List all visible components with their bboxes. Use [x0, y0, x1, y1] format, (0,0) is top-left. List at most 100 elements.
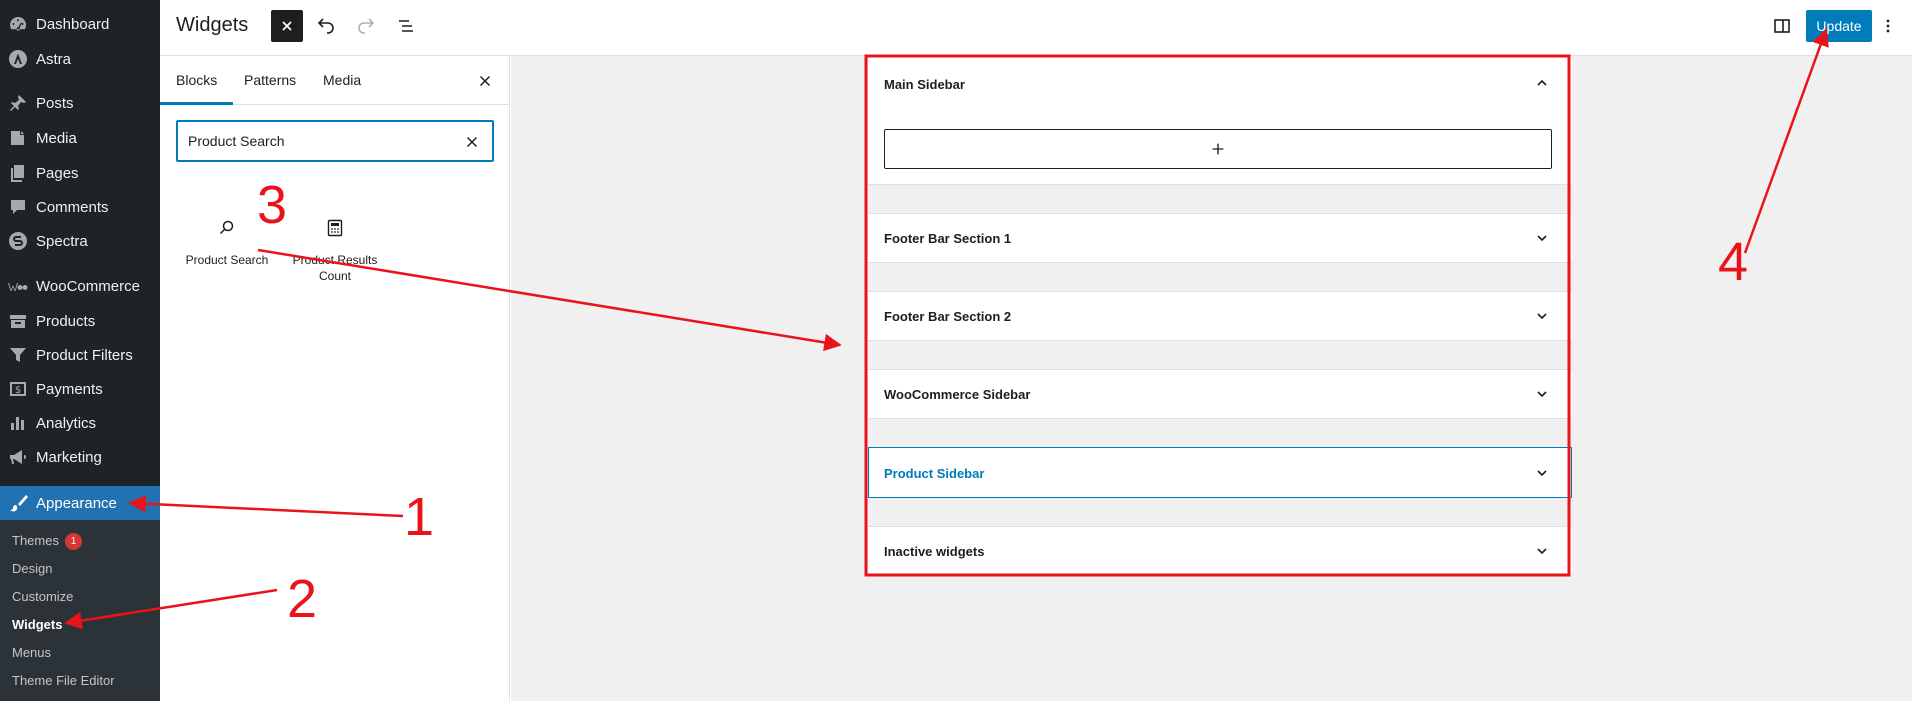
menu-label: WooCommerce: [36, 277, 140, 295]
update-count-badge: 1: [64, 533, 82, 550]
menu-label: Appearance: [36, 494, 117, 512]
widget-area-footer-bar-section-2[interactable]: Footer Bar Section 2: [868, 291, 1572, 341]
widget-area-product-sidebar[interactable]: Product Sidebar: [868, 447, 1572, 498]
menu-item-woocommerce[interactable]: WooCommerce: [0, 270, 160, 302]
submenu-item-themes[interactable]: Themes 1: [12, 533, 82, 550]
menu-item-appearance[interactable]: Appearance: [0, 486, 160, 520]
settings-sidebar-button[interactable]: [1766, 10, 1798, 42]
block-search-box: [176, 120, 494, 162]
menu-label: Posts: [36, 94, 74, 112]
menu-item-dashboard[interactable]: Dashboard: [0, 8, 160, 40]
annotation-number-1: 1: [404, 487, 435, 547]
widget-area-title: Main Sidebar: [884, 77, 965, 92]
block-item-label: Product Results Count: [292, 253, 378, 283]
widgets-editor-screen: Dashboard Astra Posts Media Pages Commen…: [0, 0, 1912, 701]
search-icon: [219, 220, 234, 235]
menu-item-product-filters[interactable]: Product Filters: [0, 339, 160, 371]
chevron-down-icon[interactable]: [1532, 384, 1552, 404]
widget-area-footer-bar-section-1[interactable]: Footer Bar Section 1: [868, 213, 1572, 263]
menu-label: Products: [36, 312, 96, 330]
undo-icon: [317, 18, 334, 34]
astra-icon: [8, 49, 28, 69]
analytics-icon: [8, 413, 28, 433]
editor-header: Widgets Update: [160, 0, 1912, 56]
redo-icon: [358, 18, 375, 34]
calculator-icon: [327, 219, 343, 237]
spectra-icon: [8, 231, 28, 251]
appearance-submenu: Themes 1 Design Customize Widgets Menus T…: [0, 520, 160, 701]
chevron-down-icon[interactable]: [1532, 541, 1552, 561]
submenu-item-theme-file-editor[interactable]: Theme File Editor: [12, 673, 115, 688]
filter-icon: [8, 345, 28, 365]
woocommerce-icon: [8, 276, 28, 296]
menu-label: Comments: [36, 198, 109, 216]
widget-area-main-sidebar[interactable]: Main Sidebar: [868, 56, 1572, 185]
menu-item-media[interactable]: Media: [0, 122, 160, 154]
block-search-input[interactable]: [188, 131, 448, 151]
comments-icon: [8, 197, 28, 217]
menu-item-comments[interactable]: Comments: [0, 191, 160, 223]
widget-area-inactive-widgets[interactable]: Inactive widgets: [868, 526, 1572, 576]
block-item-product-results-count[interactable]: Product Results Count: [280, 206, 390, 296]
close-inserter-button[interactable]: [474, 70, 496, 92]
megaphone-icon: [8, 447, 28, 467]
menu-label: Marketing: [36, 448, 102, 466]
tab-blocks[interactable]: Blocks: [160, 56, 234, 105]
widget-area-woocommerce-sidebar[interactable]: WooCommerce Sidebar: [868, 369, 1572, 419]
chevron-up-icon[interactable]: [1532, 73, 1552, 93]
menu-label: Product Filters: [36, 346, 133, 364]
submenu-item-design[interactable]: Design: [12, 561, 52, 576]
menu-item-products[interactable]: Products: [0, 305, 160, 337]
editor-canvas: Main Sidebar Footer Bar Section 1 Footer…: [511, 56, 1912, 701]
block-item-label: Product Search: [185, 253, 269, 267]
chevron-down-icon[interactable]: [1532, 228, 1552, 248]
widget-area-title: Footer Bar Section 2: [884, 309, 1012, 324]
submenu-item-menus[interactable]: Menus: [12, 645, 51, 660]
tab-patterns[interactable]: Patterns: [244, 56, 296, 105]
archive-icon: [8, 311, 28, 331]
chevron-down-icon[interactable]: [1532, 463, 1552, 483]
widget-area-title: Footer Bar Section 1: [884, 231, 1012, 246]
close-icon: [479, 75, 491, 87]
chevron-down-icon[interactable]: [1532, 306, 1552, 326]
widget-area-title: Product Sidebar: [884, 466, 985, 481]
redo-button[interactable]: [350, 10, 382, 42]
add-block-button[interactable]: [884, 129, 1552, 169]
page-title: Widgets: [176, 14, 249, 36]
menu-label: Spectra: [36, 232, 88, 250]
menu-item-astra[interactable]: Astra: [0, 43, 160, 75]
close-icon: [282, 21, 292, 31]
dashboard-icon: [8, 14, 28, 34]
options-menu-button[interactable]: [1878, 10, 1898, 42]
undo-button[interactable]: [310, 10, 342, 42]
inserter-tabs: Blocks Patterns Media: [160, 56, 510, 105]
close-icon: [466, 136, 478, 148]
submenu-item-widgets[interactable]: Widgets: [12, 617, 62, 632]
menu-item-spectra[interactable]: Spectra: [0, 225, 160, 257]
menu-label: Payments: [36, 380, 103, 398]
block-inserter-panel: Blocks Patterns Media Product Search Pro…: [160, 56, 510, 701]
menu-item-analytics[interactable]: Analytics: [0, 407, 160, 439]
menu-item-pages[interactable]: Pages: [0, 157, 160, 189]
tab-media[interactable]: Media: [323, 56, 361, 105]
pin-icon: [8, 93, 28, 113]
submenu-item-customize[interactable]: Customize: [12, 589, 73, 604]
payments-icon: $: [8, 379, 28, 399]
pages-icon: [8, 163, 28, 183]
update-button[interactable]: Update: [1806, 10, 1872, 42]
toggle-inserter-button[interactable]: [271, 10, 303, 42]
annotation-number-4: 4: [1718, 232, 1749, 292]
submenu-label: Themes: [12, 533, 59, 548]
plus-icon: [1212, 143, 1224, 155]
annotation-number-2: 2: [287, 569, 318, 629]
widget-area-title: WooCommerce Sidebar: [884, 387, 1031, 402]
menu-item-marketing[interactable]: Marketing: [0, 441, 160, 473]
menu-item-payments[interactable]: $ Payments: [0, 373, 160, 405]
media-icon: [8, 128, 28, 148]
widget-area-title: Inactive widgets: [884, 544, 985, 559]
list-view-button[interactable]: [390, 10, 422, 42]
clear-search-button[interactable]: [462, 132, 482, 152]
annotation-number-3: 3: [257, 175, 288, 235]
list-view-icon: [399, 20, 413, 32]
menu-item-posts[interactable]: Posts: [0, 87, 160, 119]
